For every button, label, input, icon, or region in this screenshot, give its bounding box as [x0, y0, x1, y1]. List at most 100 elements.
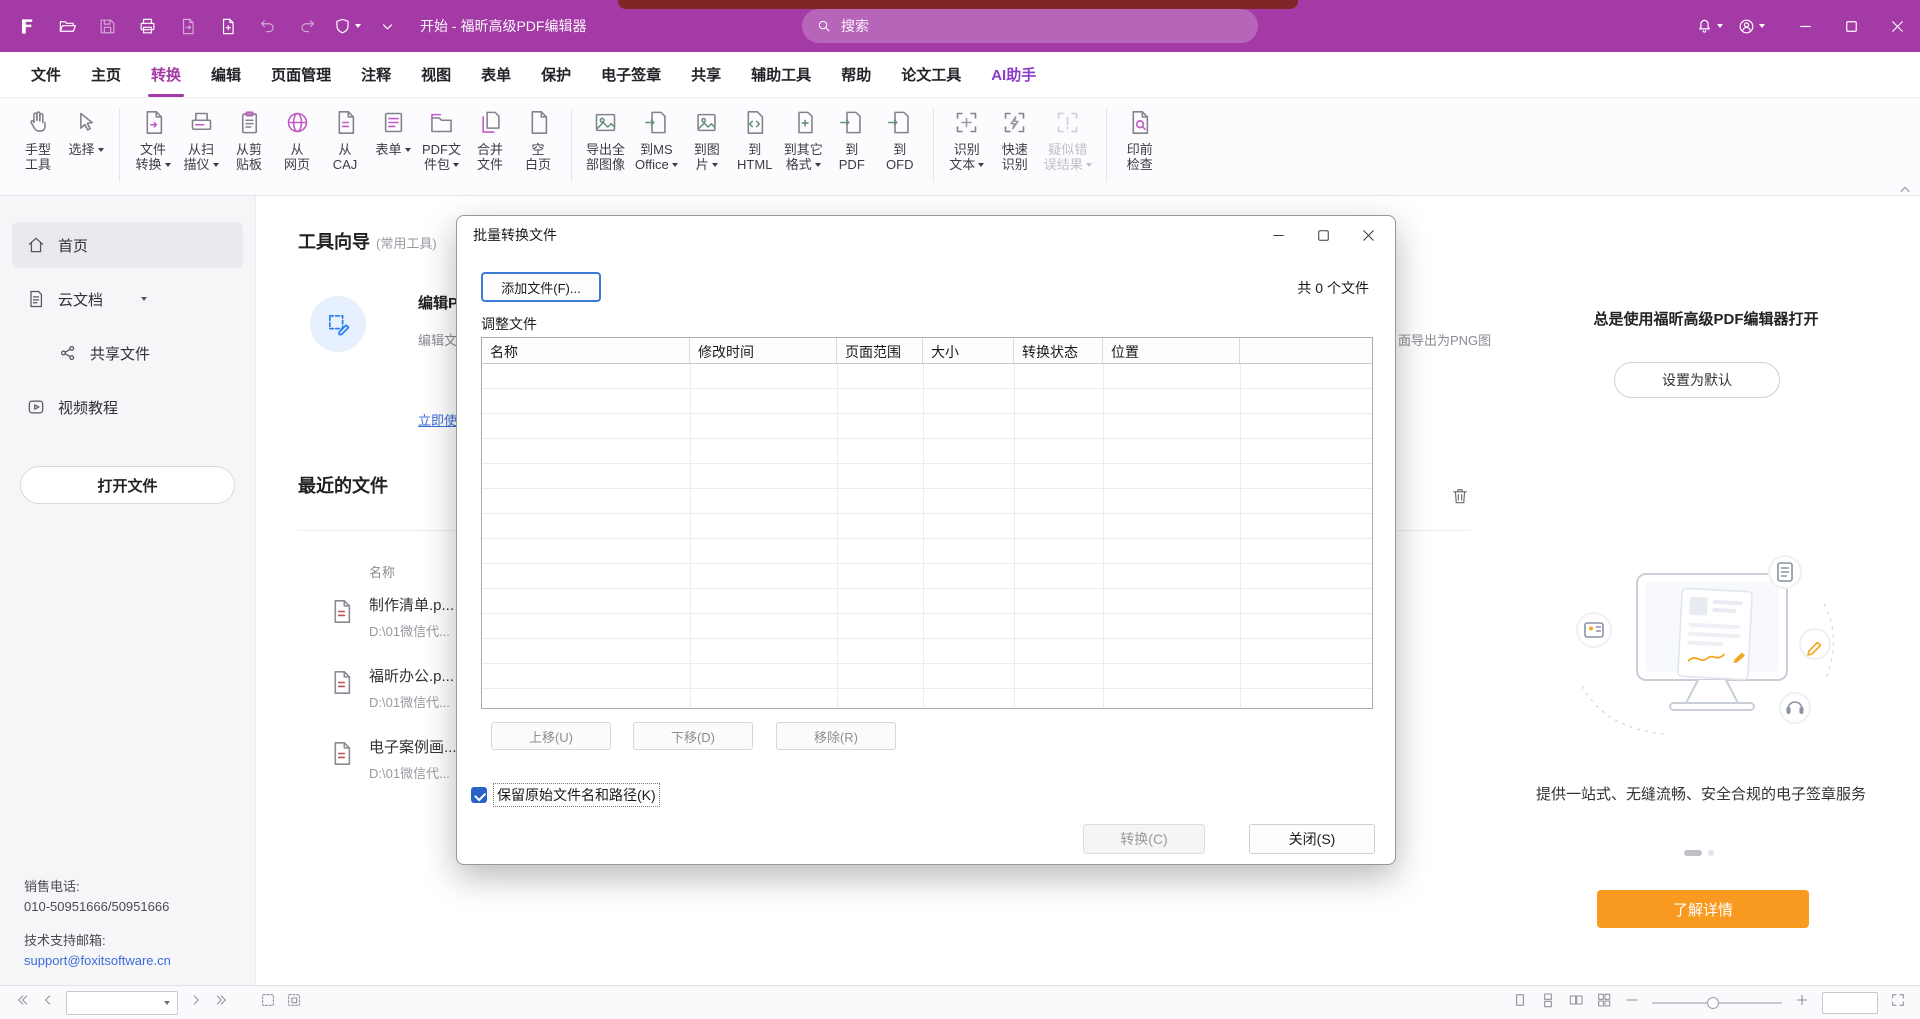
continuous-view-button[interactable] — [1540, 992, 1556, 1013]
dialog-maximize-button[interactable] — [1301, 216, 1346, 254]
last-page-button[interactable] — [214, 992, 230, 1013]
ribbon-to-ofd[interactable]: 到 OFD — [876, 106, 924, 175]
carousel-dots[interactable] — [1684, 850, 1714, 856]
ribbon-pdf-portfolio[interactable]: PDF文 件包 — [417, 106, 466, 175]
notifications-button[interactable] — [1692, 8, 1726, 44]
column-modified[interactable]: 修改时间 — [690, 338, 837, 363]
edit-pdf-tool-icon[interactable] — [310, 296, 366, 352]
ribbon-from-web[interactable]: 从 网页 — [273, 106, 321, 175]
doc-add-icon[interactable] — [210, 8, 244, 44]
column-status[interactable]: 转换状态 — [1014, 338, 1103, 363]
close-dialog-button[interactable]: 关闭(S) — [1249, 824, 1375, 854]
toolbar-customize-icon[interactable] — [370, 8, 404, 44]
zoom-slider[interactable] — [1652, 996, 1782, 1010]
menu-item-view[interactable]: 视图 — [406, 52, 466, 97]
ribbon-preflight[interactable]: 印前 检查 — [1116, 106, 1164, 175]
search-input[interactable]: 搜索 — [802, 9, 1258, 43]
fullscreen-button[interactable] — [1890, 992, 1906, 1013]
first-page-button[interactable] — [14, 992, 30, 1013]
dialog-titlebar[interactable]: 批量转换文件 — [457, 216, 1395, 254]
sidebar-item-cloud-docs[interactable]: 云文档 — [12, 276, 243, 322]
print-icon[interactable] — [130, 8, 164, 44]
zoom-in-button[interactable] — [1794, 992, 1810, 1013]
ribbon-recognize-text[interactable]: 识别 文本 — [943, 106, 991, 175]
grid-line — [1240, 364, 1241, 708]
close-button[interactable] — [1874, 0, 1920, 52]
zoom-out-button[interactable] — [1624, 992, 1640, 1013]
dot-active[interactable] — [1684, 850, 1702, 856]
menu-item-convert[interactable]: 转换 — [136, 52, 196, 97]
clipboard-select-button[interactable] — [286, 992, 302, 1013]
pdf-file-icon — [328, 598, 355, 630]
sidebar-item-home[interactable]: 首页 — [12, 222, 243, 268]
single-page-view-button[interactable] — [1512, 992, 1528, 1013]
column-size[interactable]: 大小 — [923, 338, 1014, 363]
keep-name-path-checkbox[interactable] — [471, 787, 487, 803]
menu-item-accessibility[interactable]: 辅助工具 — [736, 52, 826, 97]
ribbon-select[interactable]: 选择 — [62, 106, 110, 160]
file-list-empty-area[interactable] — [482, 364, 1372, 708]
menu-item-file[interactable]: 文件 — [16, 52, 76, 97]
ribbon-collapse-button[interactable] — [1896, 182, 1914, 198]
menu-item-esign[interactable]: 电子签章 — [586, 52, 676, 97]
facing-view-button[interactable] — [1568, 992, 1584, 1013]
keep-name-path-label[interactable]: 保留原始文件名和路径(K) — [494, 784, 659, 806]
menu-item-paper-tools[interactable]: 论文工具 — [886, 52, 976, 97]
continuous-facing-view-button[interactable] — [1596, 992, 1612, 1013]
ribbon-blank-page[interactable]: 空 白页 — [514, 106, 562, 175]
prev-page-button[interactable] — [40, 992, 56, 1013]
add-files-button[interactable]: 添加文件(F)... — [481, 272, 601, 302]
ribbon-to-pdf[interactable]: 到 PDF — [828, 106, 876, 175]
open-file-button[interactable]: 打开文件 — [20, 466, 235, 504]
clear-recent-button[interactable] — [1448, 484, 1472, 508]
ribbon-combine-files[interactable]: 合并 文件 — [466, 106, 514, 175]
chevron-up-icon — [1897, 182, 1913, 198]
dot[interactable] — [1708, 850, 1714, 856]
menu-item-comment[interactable]: 注释 — [346, 52, 406, 97]
ribbon-from-clipboard[interactable]: 从剪 贴板 — [225, 106, 273, 175]
ribbon-to-other-format[interactable]: 到其它 格式 — [779, 106, 828, 175]
menu-item-help[interactable]: 帮助 — [826, 52, 886, 97]
ribbon-form[interactable]: 表单 — [369, 106, 417, 160]
next-page-button[interactable] — [188, 992, 204, 1013]
menu-item-protect[interactable]: 保护 — [526, 52, 586, 97]
sidebar-item-video-tutorials[interactable]: 视频教程 — [12, 384, 243, 430]
account-button[interactable] — [1734, 8, 1768, 44]
tool-card-link[interactable]: 立即使 — [418, 410, 457, 429]
protect-menu-icon[interactable] — [330, 8, 364, 44]
zoom-level-input[interactable] — [1822, 992, 1878, 1014]
ribbon-to-ms-office[interactable]: 到MS Office — [630, 106, 683, 175]
dialog-close-button[interactable] — [1346, 216, 1391, 254]
sidebar-item-shared-files[interactable]: 共享文件 — [44, 330, 243, 376]
minimize-button[interactable] — [1782, 0, 1828, 52]
open-file-icon[interactable] — [50, 8, 84, 44]
ribbon-hand-tool[interactable]: 手型 工具 — [14, 106, 62, 175]
menu-item-form[interactable]: 表单 — [466, 52, 526, 97]
ribbon-from-scanner[interactable]: 从扫 描仪 — [177, 106, 225, 175]
learn-more-button[interactable]: 了解详情 — [1597, 890, 1809, 928]
menu-item-ai-assistant[interactable]: AI助手 — [976, 52, 1051, 97]
trash-icon — [1450, 486, 1470, 506]
menu-item-page-manage[interactable]: 页面管理 — [256, 52, 346, 97]
set-default-button[interactable]: 设置为默认 — [1614, 362, 1780, 398]
ribbon-from-caj[interactable]: 从 CAJ — [321, 106, 369, 175]
zoom-thumb[interactable] — [1707, 997, 1719, 1009]
column-page-range[interactable]: 页面范围 — [837, 338, 923, 363]
ribbon-to-html[interactable]: 到 HTML — [731, 106, 779, 175]
column-name[interactable]: 名称 — [482, 338, 690, 363]
menu-item-share[interactable]: 共享 — [676, 52, 736, 97]
chevron-down-icon[interactable] — [141, 297, 147, 301]
ribbon-to-image[interactable]: 到图 片 — [683, 106, 731, 175]
ribbon-quick-recognize[interactable]: 快速 识别 — [991, 106, 1039, 175]
support-email-link[interactable]: support@foxitsoftware.cn — [24, 951, 171, 971]
page-number-input[interactable] — [66, 991, 178, 1015]
snapshot-button[interactable] — [260, 992, 276, 1013]
column-location[interactable]: 位置 — [1103, 338, 1240, 363]
file-list-table[interactable]: 名称 修改时间 页面范围 大小 转换状态 位置 — [481, 337, 1373, 709]
menu-item-home[interactable]: 主页 — [76, 52, 136, 97]
menu-item-edit[interactable]: 编辑 — [196, 52, 256, 97]
dialog-minimize-button[interactable] — [1256, 216, 1301, 254]
ribbon-file-convert[interactable]: 文件 转换 — [129, 106, 177, 175]
ribbon-export-all-images[interactable]: 导出全 部图像 — [581, 106, 630, 175]
maximize-button[interactable] — [1828, 0, 1874, 52]
